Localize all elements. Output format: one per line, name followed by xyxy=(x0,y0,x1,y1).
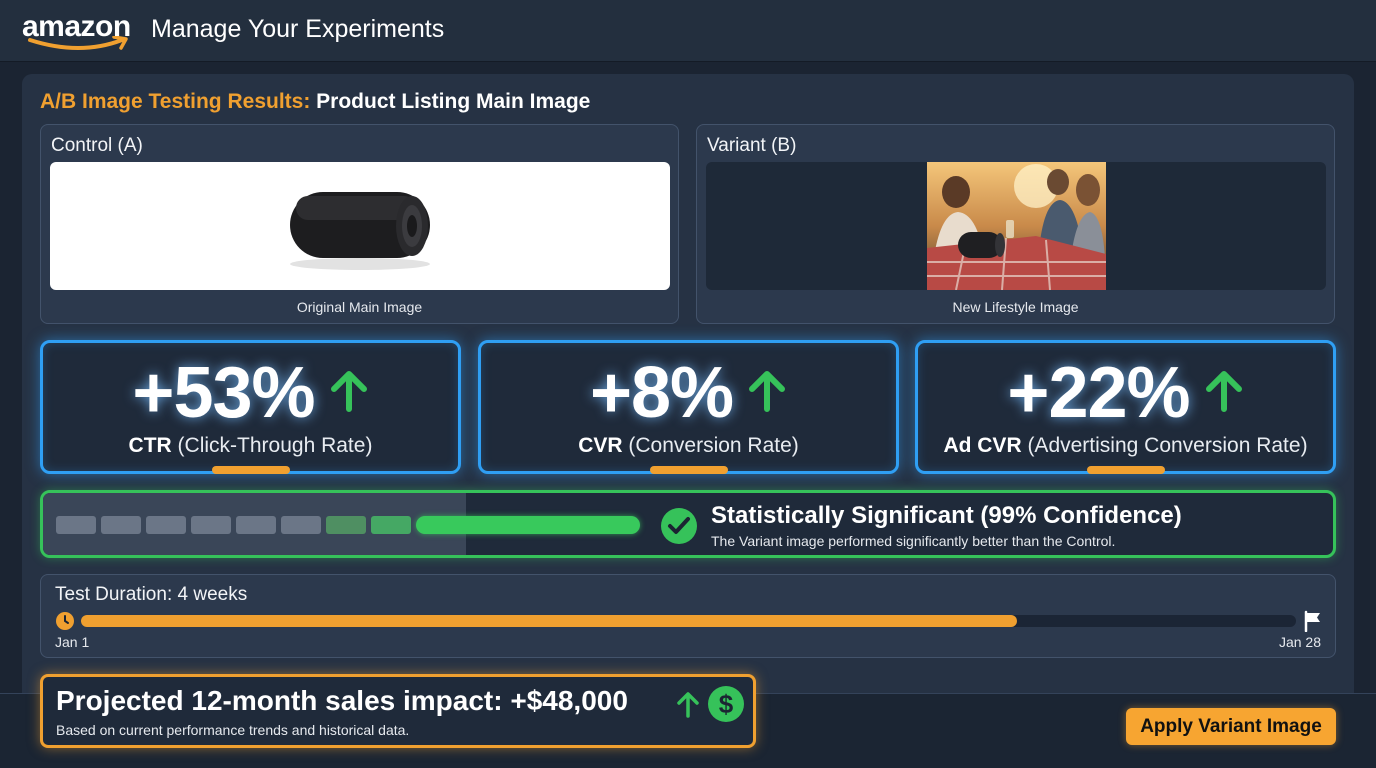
projection-card: Projected 12-month sales impact: +$48,00… xyxy=(40,674,756,748)
control-card: Control (A) Original Main Image xyxy=(40,124,679,324)
metric-ctr-card: +53% CTR (Click-Through Rate) xyxy=(40,340,461,474)
metric-cvr-desc: (Conversion Rate) xyxy=(622,434,799,457)
duration-track xyxy=(81,615,1296,627)
top-bar: amazon Manage Your Experiments xyxy=(0,0,1376,62)
duration-start-label: Jan 1 xyxy=(55,634,90,650)
progress-segment xyxy=(146,516,186,534)
progress-segment xyxy=(101,516,141,534)
metric-ctr-abbr: CTR xyxy=(128,434,172,457)
significance-progress xyxy=(56,516,640,534)
duration-title: Test Duration: 4 weeks xyxy=(55,584,248,605)
title-subject: Product Listing Main Image xyxy=(310,90,591,113)
progress-segment xyxy=(191,516,231,534)
arrow-up-icon xyxy=(1204,369,1244,418)
progress-segment xyxy=(371,516,411,534)
flag-icon xyxy=(1304,610,1320,632)
metric-ad-cvr-abbr: Ad CVR xyxy=(943,434,1022,457)
metric-ctr-label: CTR (Click-Through Rate) xyxy=(43,434,458,458)
projection-subtitle: Based on current performance trends and … xyxy=(56,722,410,738)
significance-title: Statistically Significant (99% Confidenc… xyxy=(711,502,1182,529)
projection-title: Projected 12-month sales impact: +$48,00… xyxy=(56,685,628,716)
arrow-up-icon xyxy=(747,369,787,418)
significance-banner: Statistically Significant (99% Confidenc… xyxy=(40,490,1336,558)
metric-ctr-value: +53% xyxy=(132,353,315,433)
progress-segment xyxy=(326,516,366,534)
dollar-circle-icon: $ xyxy=(708,686,744,722)
smile-arrow-icon xyxy=(28,36,128,50)
variant-caption: New Lifestyle Image xyxy=(952,299,1079,315)
metric-ctr-desc: (Click-Through Rate) xyxy=(171,434,373,457)
metric-ad-cvr-card: +22% Ad CVR (Advertising Conversion Rate… xyxy=(915,340,1336,474)
progress-segment xyxy=(56,516,96,534)
page-title: A/B Image Testing Results: Product Listi… xyxy=(40,90,590,114)
speaker-product-image xyxy=(290,192,430,270)
variant-label: Variant (B) xyxy=(707,135,797,156)
progress-fill xyxy=(416,516,640,534)
duration-end-label: Jan 28 xyxy=(1278,634,1321,650)
arrow-up-icon xyxy=(329,369,369,418)
metric-ad-cvr-value: +22% xyxy=(1007,353,1190,433)
metric-underline xyxy=(211,466,290,474)
metric-cvr-card: +8% CVR (Conversion Rate) xyxy=(478,340,899,474)
check-circle-icon xyxy=(661,508,697,544)
metric-ad-cvr-label: Ad CVR (Advertising Conversion Rate) xyxy=(918,434,1333,458)
progress-segment xyxy=(281,516,321,534)
control-caption: Original Main Image xyxy=(296,299,423,315)
variant-image[interactable] xyxy=(706,162,1326,290)
arrow-up-icon xyxy=(677,692,699,718)
svg-text:$: $ xyxy=(719,689,734,719)
metric-ad-cvr-desc: (Advertising Conversion Rate) xyxy=(1021,434,1308,457)
clock-icon xyxy=(56,612,74,630)
control-image[interactable] xyxy=(50,162,670,290)
app-title: Manage Your Experiments xyxy=(151,15,445,43)
metric-cvr-abbr: CVR xyxy=(578,434,623,457)
metric-cvr-label: CVR (Conversion Rate) xyxy=(481,434,896,458)
progress-segment xyxy=(236,516,276,534)
amazon-logo[interactable]: amazon xyxy=(22,10,140,54)
variant-card: Variant (B) New Lifestyle Image xyxy=(696,124,1335,324)
duration-fill xyxy=(81,615,1017,627)
metric-underline xyxy=(649,466,728,474)
title-prefix: A/B Image Testing Results: xyxy=(40,90,311,113)
test-duration-card: Test Duration: 4 weeks Jan 1 Jan 28 xyxy=(40,574,1336,658)
significance-subtitle: The Variant image performed significantl… xyxy=(711,533,1116,549)
metric-underline xyxy=(1086,466,1165,474)
lifestyle-photo-image xyxy=(927,162,1106,290)
metric-cvr-value: +8% xyxy=(589,353,734,433)
control-label: Control (A) xyxy=(51,135,143,156)
apply-variant-button[interactable]: Apply Variant Image xyxy=(1126,708,1336,745)
